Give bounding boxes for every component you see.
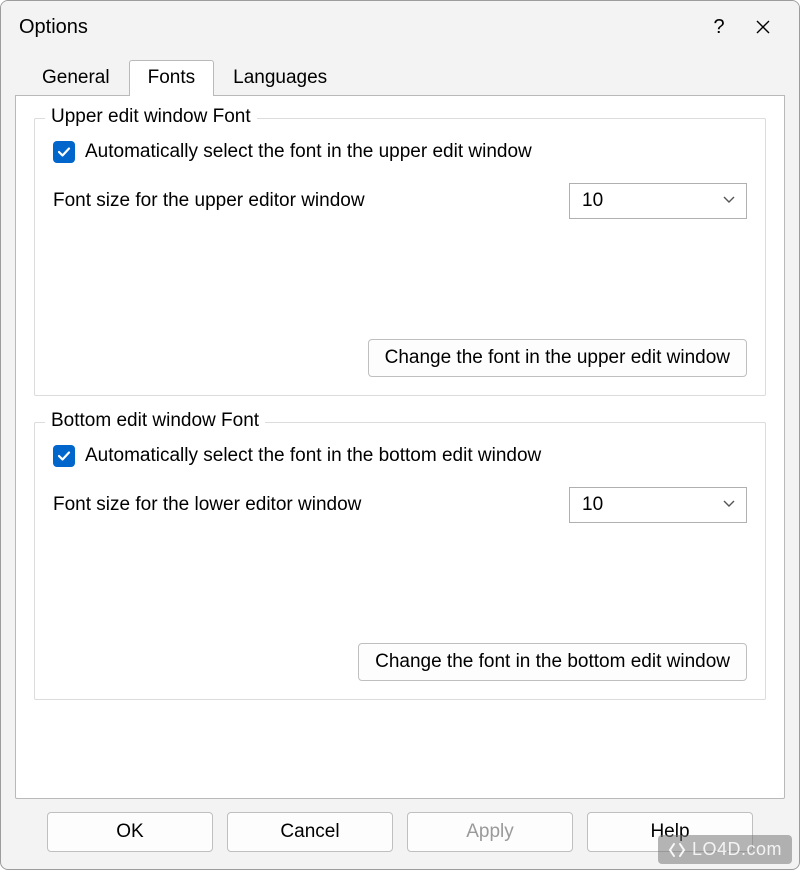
- cancel-button[interactable]: Cancel: [227, 812, 393, 852]
- bottom-size-row: Font size for the lower editor window 10: [53, 487, 747, 523]
- tab-fonts[interactable]: Fonts: [129, 60, 215, 96]
- group-bottom-legend: Bottom edit window Font: [45, 410, 265, 432]
- bottom-auto-checkbox[interactable]: [53, 445, 75, 467]
- bottom-size-label: Font size for the lower editor window: [53, 494, 361, 516]
- close-icon[interactable]: [741, 7, 785, 47]
- bottom-size-combo[interactable]: 10: [569, 487, 747, 523]
- help-button[interactable]: Help: [587, 812, 753, 852]
- upper-size-value: 10: [582, 190, 603, 212]
- window-title: Options: [19, 16, 697, 39]
- tab-languages[interactable]: Languages: [214, 60, 346, 96]
- tab-general[interactable]: General: [23, 60, 129, 96]
- apply-button[interactable]: Apply: [407, 812, 573, 852]
- tab-pane-fonts: Upper edit window Font Automatically sel…: [15, 95, 785, 799]
- bottom-auto-label: Automatically select the font in the bot…: [85, 445, 541, 467]
- group-upper-font: Upper edit window Font Automatically sel…: [34, 118, 766, 396]
- tabstrip: General Fonts Languages: [1, 53, 799, 95]
- upper-auto-row: Automatically select the font in the upp…: [53, 141, 747, 163]
- upper-size-row: Font size for the upper editor window 10: [53, 183, 747, 219]
- help-icon[interactable]: ?: [697, 7, 741, 47]
- titlebar: Options ?: [1, 1, 799, 53]
- chevron-down-icon: [722, 190, 736, 212]
- bottom-auto-row: Automatically select the font in the bot…: [53, 445, 747, 467]
- group-upper-legend: Upper edit window Font: [45, 106, 257, 128]
- options-dialog: Options ? General Fonts Languages Upper …: [0, 0, 800, 870]
- chevron-down-icon: [722, 494, 736, 516]
- upper-size-label: Font size for the upper editor window: [53, 190, 365, 212]
- upper-size-combo[interactable]: 10: [569, 183, 747, 219]
- ok-button[interactable]: OK: [47, 812, 213, 852]
- upper-auto-label: Automatically select the font in the upp…: [85, 141, 532, 163]
- upper-auto-checkbox[interactable]: [53, 141, 75, 163]
- dialog-footer: OK Cancel Apply Help: [1, 809, 799, 869]
- upper-change-font-button[interactable]: Change the font in the upper edit window: [368, 339, 747, 377]
- bottom-change-font-button[interactable]: Change the font in the bottom edit windo…: [358, 643, 747, 681]
- group-bottom-font: Bottom edit window Font Automatically se…: [34, 422, 766, 700]
- bottom-size-value: 10: [582, 494, 603, 516]
